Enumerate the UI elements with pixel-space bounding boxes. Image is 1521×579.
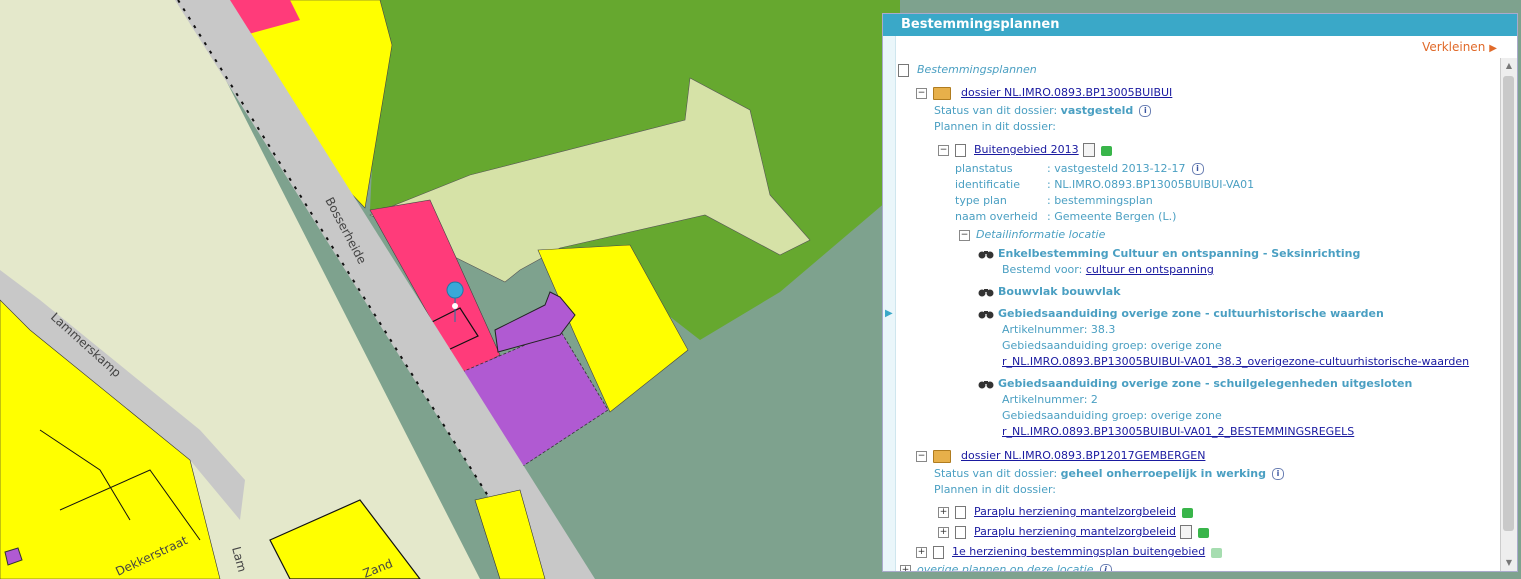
bestemmingsplannen-panel: Bestemmingsplannen ▶ Verkleinen ▶ Bestemm…	[882, 13, 1518, 572]
collapse-button[interactable]: Verkleinen ▶	[1422, 40, 1497, 54]
field-identificatie: identificatie: NL.IMRO.0893.BP13005BUIBU…	[955, 178, 1255, 191]
info-icon[interactable]: i	[1099, 564, 1112, 571]
plan-tree: Bestemmingsplannen − dossier NL.IMRO.0893…	[896, 58, 1497, 571]
dossier-1-row[interactable]: − dossier NL.IMRO.0893.BP13005BUIBUI	[916, 85, 1172, 101]
item-herziening-row[interactable]: +1e herziening bestemmingsplan buitengeb…	[916, 544, 1223, 560]
lock-icon[interactable]	[1197, 528, 1209, 538]
binoculars-icon	[978, 381, 994, 389]
lock-icon[interactable]	[1181, 508, 1193, 518]
document-icon	[955, 143, 966, 157]
expand-toggle-icon[interactable]: +	[916, 546, 927, 558]
book-icon[interactable]	[1082, 143, 1095, 157]
vertical-scrollbar[interactable]: ▲ ▼	[1500, 58, 1517, 571]
binoculars-icon	[978, 311, 994, 319]
folder-icon	[933, 449, 951, 463]
field-naam-overheid: naam overheid: Gemeente Bergen (L.)	[955, 210, 1177, 223]
document-icon	[955, 525, 966, 539]
detail-3-link[interactable]: r_NL.IMRO.0893.BP13005BUIBUI-VA01_38.3_o…	[1002, 354, 1469, 370]
collapse-toggle-icon[interactable]: −	[959, 229, 970, 241]
tree-root[interactable]: Bestemmingsplannen	[898, 62, 1037, 78]
dossier-1-status: Status van dit dossier: vastgesteld i	[934, 103, 1152, 119]
other-plans-row[interactable]: + overige plannen op deze locatie i	[900, 562, 1112, 571]
binoculars-icon	[978, 251, 994, 259]
book-icon[interactable]	[1179, 525, 1192, 539]
dossier-2-plans-label: Plannen in dit dossier:	[934, 483, 1057, 496]
item-herziening-link[interactable]: 1e herziening bestemmingsplan buitengebi…	[952, 545, 1205, 558]
detail-3-group: Gebiedsaanduiding groep: overige zone	[1002, 339, 1222, 352]
detail-1-line: Bestemd voor: cultuur en ontspanning	[1002, 263, 1214, 276]
collapse-label: Verkleinen	[1422, 40, 1486, 54]
expand-arrow-icon[interactable]: ▶	[885, 308, 893, 319]
scroll-down-icon[interactable]: ▼	[1501, 555, 1517, 571]
detail-info-row[interactable]: − Detailinformatie locatie	[959, 227, 1105, 243]
panel-side-strip[interactable]: ▶	[883, 36, 896, 571]
expand-toggle-icon[interactable]: +	[900, 564, 911, 571]
detail-4-link[interactable]: r_NL.IMRO.0893.BP13005BUIBUI-VA01_2_BEST…	[1002, 424, 1354, 440]
plan-paraplu-1-link[interactable]: Paraplu herziening mantelzorgbeleid	[974, 505, 1176, 518]
plan-buitengebied-row[interactable]: − Buitengebied 2013	[938, 142, 1112, 158]
binoculars-icon	[978, 289, 994, 297]
detail-2-title[interactable]: Bouwvlak bouwvlak	[978, 284, 1121, 300]
lock-icon[interactable]	[1211, 548, 1223, 558]
detail-4-group: Gebiedsaanduiding groep: overige zone	[1002, 409, 1222, 422]
detail-4-art: Artikelnummer: 2	[1002, 393, 1098, 406]
detail-3-art: Artikelnummer: 38.3	[1002, 323, 1116, 336]
chevron-right-icon: ▶	[1489, 43, 1497, 54]
info-icon[interactable]: i	[1139, 105, 1152, 117]
expand-toggle-icon[interactable]: +	[938, 526, 949, 538]
expand-toggle-icon[interactable]: +	[938, 506, 949, 518]
document-icon	[955, 505, 966, 519]
detail-1-title[interactable]: Enkelbestemming Cultuur en ontspanning -…	[978, 246, 1360, 262]
document-icon	[898, 63, 909, 77]
plan-paraplu-2-row[interactable]: + Paraplu herziening mantelzorgbeleid	[938, 524, 1209, 540]
document-icon	[933, 545, 944, 559]
lock-icon[interactable]	[1100, 146, 1112, 156]
dossier-2-row[interactable]: − dossier NL.IMRO.0893.BP12017GEMBERGEN	[916, 448, 1205, 464]
field-planstatus: planstatus: vastgesteld 2013-12-17 i	[955, 161, 1204, 177]
dossier-2-status: Status van dit dossier: geheel onherroep…	[934, 466, 1284, 482]
collapse-toggle-icon[interactable]: −	[916, 450, 927, 462]
collapse-toggle-icon[interactable]: −	[938, 144, 949, 156]
dossier-2-link[interactable]: dossier NL.IMRO.0893.BP12017GEMBERGEN	[961, 449, 1205, 462]
plan-paraplu-2-link[interactable]: Paraplu herziening mantelzorgbeleid	[974, 525, 1176, 538]
detail-4-title[interactable]: Gebiedsaanduiding overige zone - schuilg…	[978, 376, 1412, 392]
info-icon[interactable]: i	[1271, 468, 1284, 480]
plan-buitengebied-link[interactable]: Buitengebied 2013	[974, 143, 1079, 156]
scroll-up-icon[interactable]: ▲	[1501, 58, 1517, 74]
dossier-1-plans-label: Plannen in dit dossier:	[934, 120, 1057, 133]
info-icon[interactable]: i	[1191, 163, 1204, 175]
plan-paraplu-1-row[interactable]: + Paraplu herziening mantelzorgbeleid	[938, 504, 1193, 520]
dossier-1-link[interactable]: dossier NL.IMRO.0893.BP13005BUIBUI	[961, 86, 1172, 99]
bestemd-voor-link[interactable]: cultuur en ontspanning	[1086, 263, 1214, 276]
detail-3-title[interactable]: Gebiedsaanduiding overige zone - cultuur…	[978, 306, 1384, 322]
panel-title: Bestemmingsplannen	[883, 14, 1517, 36]
collapse-toggle-icon[interactable]: −	[916, 87, 927, 99]
folder-icon	[933, 86, 951, 100]
field-type-plan: type plan: bestemmingsplan	[955, 194, 1153, 207]
scroll-thumb[interactable]	[1503, 76, 1514, 531]
